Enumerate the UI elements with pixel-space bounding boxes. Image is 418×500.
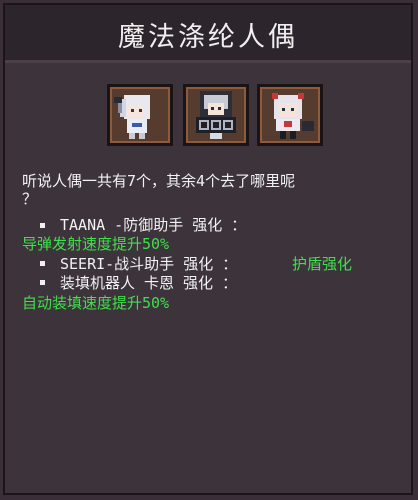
- description-line-1: 听说人偶一共有7个，其余4个去了哪里呢: [22, 172, 296, 190]
- description-line-2: ？: [22, 190, 38, 208]
- portrait-slot-3[interactable]: [257, 84, 323, 146]
- bullet-icon: [40, 280, 45, 285]
- panel-title: 魔法涤纶人偶: [118, 22, 298, 53]
- entry-2-name: SEERI-战斗助手 强化 ：: [60, 255, 238, 273]
- doll-mech-icon: [272, 93, 314, 139]
- entry-2-effect: 护盾强化: [292, 255, 353, 273]
- entry-1-name: TAANA -防御助手 强化 ：: [60, 216, 247, 234]
- portrait-slot-2[interactable]: [183, 84, 249, 146]
- title-bar: 魔法涤纶人偶: [5, 5, 411, 63]
- entry-3-name: 装填机器人 卡恩 强化 ：: [60, 274, 238, 292]
- doll-taana-icon: [114, 95, 150, 139]
- bullet-icon: [40, 261, 45, 266]
- entry-3-effect: 自动装填速度提升50%: [22, 294, 170, 312]
- bullet-icon: [40, 223, 45, 228]
- entry-1-effect: 导弹发射速度提升50%: [22, 235, 170, 253]
- portrait-row: [107, 84, 327, 148]
- portrait-slot-1[interactable]: [107, 84, 173, 146]
- item-info-panel: 魔法涤纶人偶 听说人偶一共有7个，其余4个去了哪里呢 ？ TAANA -防御助手…: [3, 3, 413, 495]
- doll-seeri-icon: [196, 91, 236, 139]
